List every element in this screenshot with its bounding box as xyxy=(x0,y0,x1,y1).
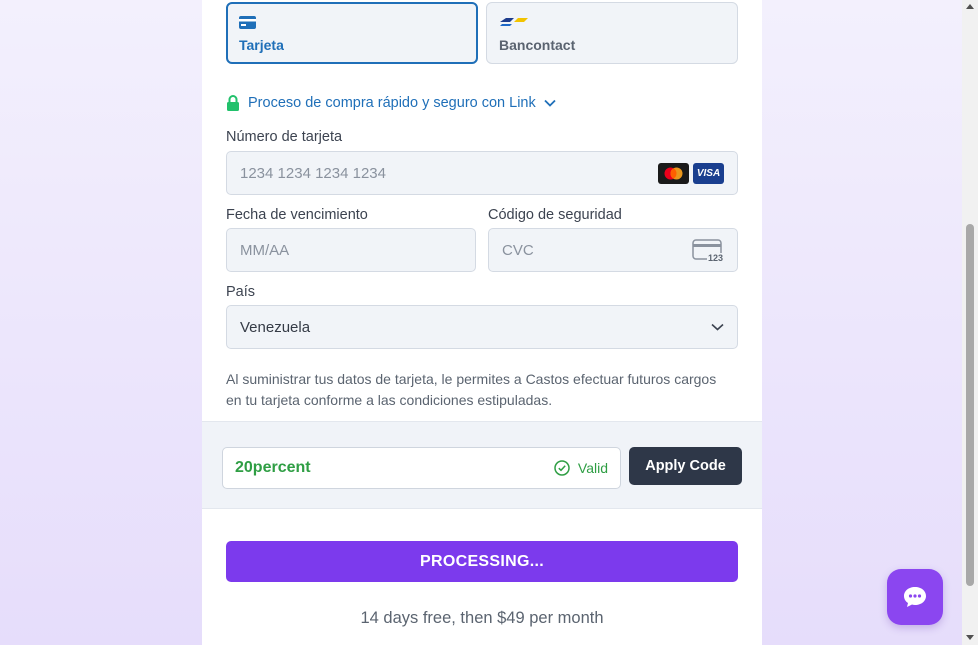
chat-bubble-icon xyxy=(904,587,926,607)
scroll-up-arrow-icon[interactable] xyxy=(966,4,974,9)
visa-logo: VISA xyxy=(693,162,724,184)
card-brands: VISA xyxy=(658,162,724,184)
mastercard-logo xyxy=(658,162,689,184)
country-select[interactable]: Venezuela xyxy=(226,305,738,349)
promo-status: Valid xyxy=(577,460,608,476)
chat-button[interactable] xyxy=(887,569,943,625)
cvc-placeholder: CVC xyxy=(502,241,534,259)
card-icon xyxy=(239,16,256,29)
lock-icon xyxy=(227,95,239,111)
consent-text: Al suministrar tus datos de tarjeta, le … xyxy=(226,371,717,408)
promo-code-input[interactable]: 20percent Valid xyxy=(222,447,621,489)
cvc-card-icon: 123 xyxy=(692,239,724,263)
check-circle-icon xyxy=(554,460,570,476)
card-number-label: Número de tarjeta xyxy=(226,129,343,145)
tab-tarjeta[interactable]: Tarjeta xyxy=(226,2,478,64)
apply-code-button[interactable]: Apply Code xyxy=(629,447,742,485)
processing-button[interactable]: PROCESSING... xyxy=(226,541,738,582)
expiry-placeholder: MM/AA xyxy=(240,241,290,259)
chevron-down-icon xyxy=(544,99,556,107)
promo-section: 20percent Valid Apply Code xyxy=(202,421,762,509)
trial-text: 14 days free, then $49 per month xyxy=(360,609,604,627)
expiry-input[interactable]: MM/AA xyxy=(226,228,476,272)
promo-code-value: 20percent xyxy=(235,459,311,476)
cvc-input[interactable]: CVC 123 xyxy=(488,228,738,272)
visa-logo-text: VISA xyxy=(696,167,721,179)
promo-valid-badge: Valid xyxy=(554,460,608,476)
tab-tarjeta-label: Tarjeta xyxy=(239,37,284,53)
link-checkout-text: Proceso de compra rápido y seguro con Li… xyxy=(248,95,536,111)
scroll-down-arrow-icon[interactable] xyxy=(966,635,974,640)
country-value: Venezuela xyxy=(240,318,311,336)
checkout-card: Tarjeta Bancontact Proceso de compra ráp… xyxy=(202,0,762,645)
bancontact-logo xyxy=(500,18,528,26)
tab-bancontact[interactable]: Bancontact xyxy=(486,2,738,64)
expiry-label: Fecha de vencimiento xyxy=(226,207,368,223)
card-number-placeholder: 1234 1234 1234 1234 xyxy=(240,164,386,182)
cvc-icon-digits: 123 xyxy=(706,253,724,263)
country-label: País xyxy=(226,284,256,300)
cvc-label: Código de seguridad xyxy=(488,207,622,223)
tab-bancontact-label: Bancontact xyxy=(499,37,576,53)
chevron-down-icon xyxy=(711,323,724,331)
scroll-thumb[interactable] xyxy=(966,224,974,586)
card-number-input[interactable]: 1234 1234 1234 1234 VISA xyxy=(226,151,738,195)
page-scrollbar[interactable] xyxy=(962,0,978,645)
link-checkout-toggle[interactable]: Proceso de compra rápido y seguro con Li… xyxy=(226,93,556,113)
